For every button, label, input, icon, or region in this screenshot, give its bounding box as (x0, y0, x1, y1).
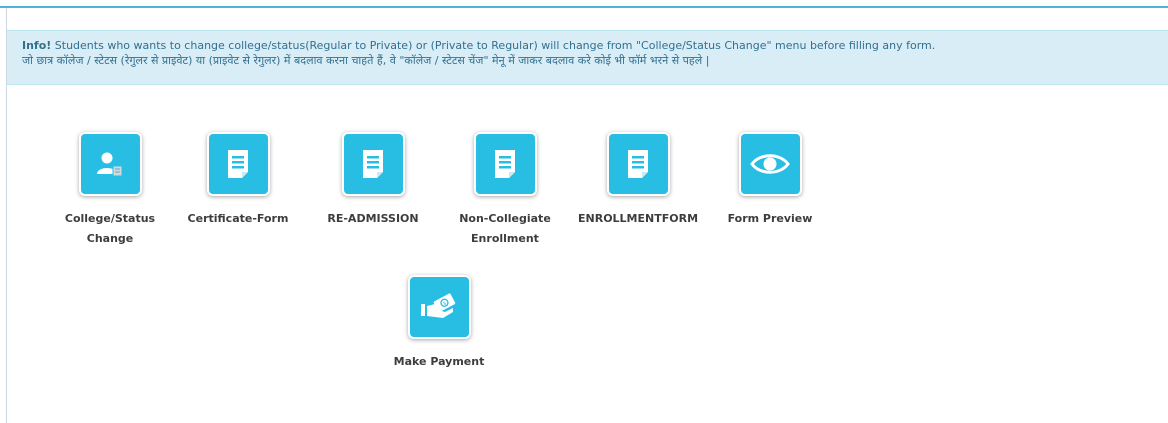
tile-icon-box (78, 132, 142, 196)
tile-icon-box (606, 132, 670, 196)
info-line-2: जो छात्र कॉलेज / स्टेटस (रेगुलर से प्राइ… (22, 54, 710, 67)
tile-re-admission[interactable]: RE-ADMISSION (313, 132, 433, 229)
tile-label: Certificate-Form (178, 209, 298, 229)
tile-label: College/Status Change (50, 209, 170, 249)
document-icon (495, 150, 515, 178)
tile-icon-box (341, 132, 405, 196)
tile-label: Form Preview (710, 209, 830, 229)
tile-icon-box (738, 132, 802, 196)
tile-icon-box: $ (407, 275, 471, 339)
tile-label: Non-Collegiate Enrollment (445, 209, 565, 249)
tile-label-line1: Form Preview (727, 212, 813, 225)
tile-label-line2: Enrollment (471, 232, 539, 245)
tile-form-preview[interactable]: Form Preview (710, 132, 830, 229)
document-icon (228, 150, 248, 178)
tile-label: Make Payment (379, 352, 499, 372)
payment-icon: $ (421, 293, 456, 318)
tile-icon-box (473, 132, 537, 196)
eye-icon (750, 154, 790, 174)
info-text-en: Students who wants to change college/sta… (51, 39, 936, 52)
tile-label-line1: Certificate-Form (187, 212, 289, 225)
tile-make-payment[interactable]: $ Make Payment (379, 275, 499, 372)
tile-icon-box (206, 132, 270, 196)
info-line-1: Info! Students who wants to change colle… (22, 38, 1168, 53)
tile-label-line1: RE-ADMISSION (327, 212, 419, 225)
tile-label-line1: Make Payment (393, 355, 485, 368)
tile-college-status-change[interactable]: College/Status Change (50, 132, 170, 249)
tile-label-line1: Non-Collegiate (459, 212, 551, 225)
info-alert: Info! Students who wants to change colle… (7, 30, 1168, 85)
tile-enrollmentform[interactable]: ENROLLMENTFORM (578, 132, 698, 229)
user-edit-icon (97, 152, 123, 177)
tile-label: RE-ADMISSION (313, 209, 433, 229)
tile-label-line2: Change (86, 232, 134, 245)
tile-label-line1: College/Status (64, 212, 156, 225)
info-prefix: Info! (22, 39, 52, 52)
tile-label-line1: ENROLLMENTFORM (578, 212, 699, 225)
tile-non-collegiate-enrollment[interactable]: Non-Collegiate Enrollment (445, 132, 565, 249)
tile-label: ENROLLMENTFORM (578, 209, 698, 229)
document-icon (628, 150, 648, 178)
tile-certificate-form[interactable]: Certificate-Form (178, 132, 298, 229)
top-divider (0, 6, 1168, 8)
document-icon (363, 150, 383, 178)
